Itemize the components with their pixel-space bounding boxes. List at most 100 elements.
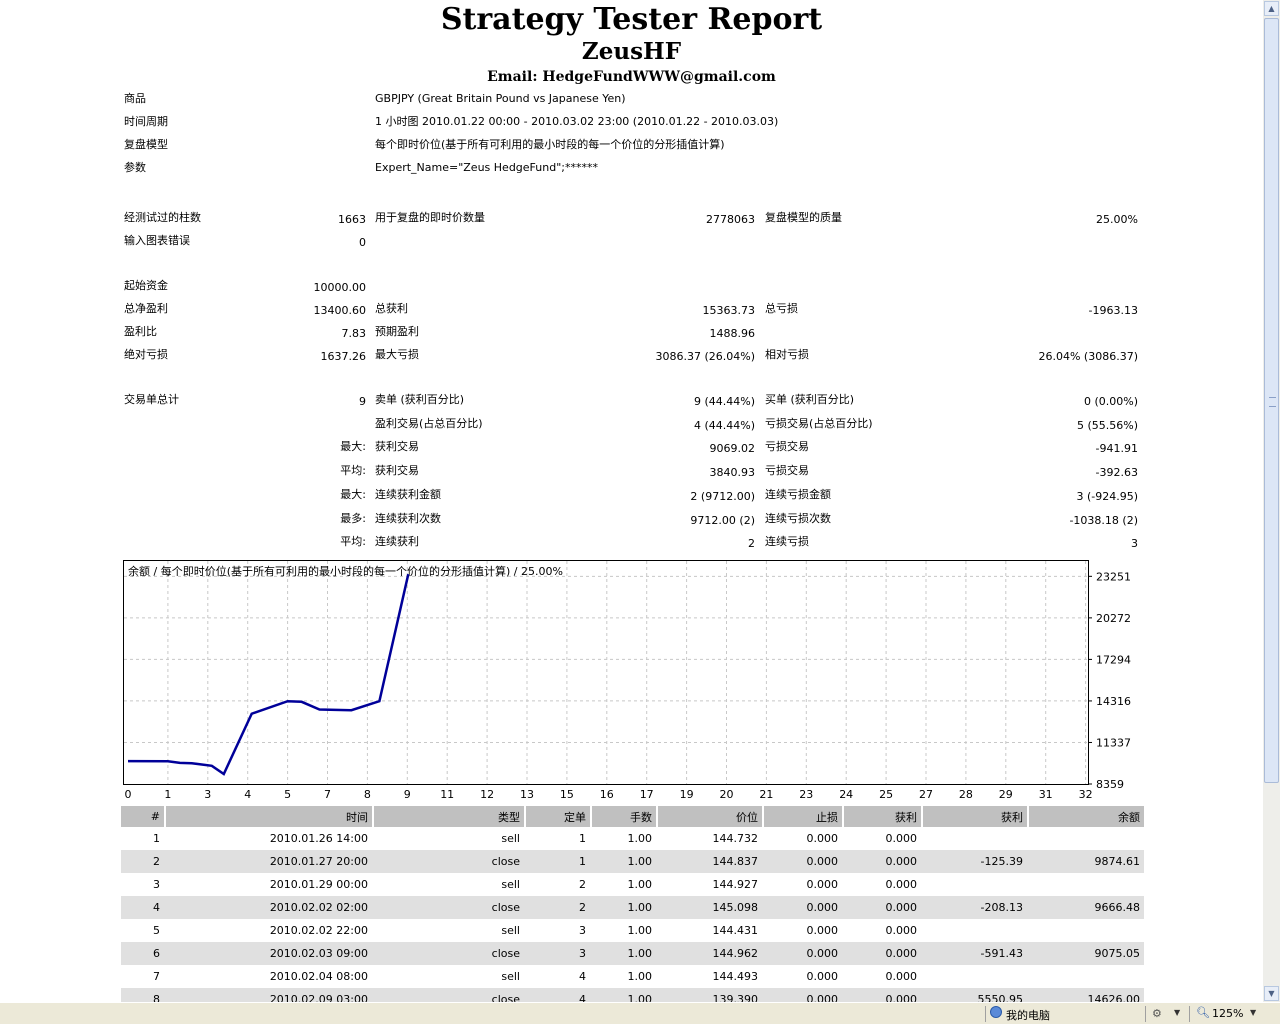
table-cell: 4 bbox=[525, 988, 591, 1002]
table-cell: 0.000 bbox=[885, 924, 918, 937]
privacy-icon[interactable]: ⚙ bbox=[1152, 1007, 1162, 1020]
zone-cell: 我的电脑 bbox=[985, 1006, 1145, 1022]
x-tick-label: 0 bbox=[125, 788, 132, 801]
scroll-thumb[interactable] bbox=[1264, 18, 1279, 783]
table-cell: 144.732 bbox=[712, 832, 759, 845]
x-tick-label: 29 bbox=[999, 788, 1013, 801]
table-cell bbox=[1028, 827, 1144, 850]
table-cell: sell bbox=[501, 924, 520, 937]
column-header: 定单 bbox=[524, 806, 591, 827]
table-cell: 9874.61 bbox=[1028, 850, 1144, 873]
table-cell bbox=[1028, 919, 1144, 942]
table-cell: 1.00 bbox=[627, 924, 653, 937]
balance-chart-svg: 0 1 3 4 5 7 8 9 11 12 13 15 16 17 19 20 21 23 24 25 27 28 29 31… bbox=[124, 561, 1131, 801]
status-bar: 我的电脑 ⚙ ▼ 🔍︎ 125% ▼ bbox=[0, 1002, 1280, 1024]
table-row: 7 2010.02.04 08:00 sell 4 1.00 144.493 0.000 0.… bbox=[121, 965, 1144, 988]
scroll-up-icon[interactable]: ▲ bbox=[1264, 1, 1279, 16]
table-cell: close bbox=[373, 942, 525, 965]
table-body: 1 2010.01.26 14:00 sell 1 1.00 144.732 0.000 0.… bbox=[121, 827, 1144, 1002]
table-cell: 139.390 bbox=[657, 988, 763, 1002]
table-cell bbox=[922, 873, 1028, 896]
table-cell: 8 bbox=[121, 988, 165, 1002]
table-cell: 0.000 bbox=[843, 988, 922, 1002]
table-cell: 9666.48 bbox=[1028, 896, 1144, 919]
table-cell bbox=[922, 919, 1028, 942]
x-tick-label: 20 bbox=[720, 788, 734, 801]
y-tick-label: 20272 bbox=[1096, 612, 1131, 625]
x-tick-label: 31 bbox=[1039, 788, 1053, 801]
x-tick-label: 24 bbox=[839, 788, 853, 801]
chevron-down-icon[interactable]: ▼ bbox=[1250, 1008, 1256, 1017]
table-cell: 4 bbox=[121, 896, 165, 919]
y-tick-label: 8359 bbox=[1096, 778, 1124, 791]
table-cell: 144.431 bbox=[712, 924, 759, 937]
table-row: 4 2010.02.02 02:00 close 2 1.00 145.098 0.000 0… bbox=[121, 896, 1144, 919]
table-cell: 1.00 bbox=[627, 970, 653, 983]
table-row: 2 2010.01.27 20:00 close 1 1.00 144.837 0.000 0… bbox=[121, 850, 1144, 873]
x-tick-label: 32 bbox=[1079, 788, 1093, 801]
x-tick-label: 17 bbox=[640, 788, 654, 801]
vertical-scrollbar[interactable]: ▲ ▼ bbox=[1263, 0, 1280, 1002]
table-cell: 1 bbox=[525, 850, 591, 873]
column-header: 止损 bbox=[762, 806, 843, 827]
table-cell: 1.00 bbox=[591, 988, 657, 1002]
grip-icon bbox=[1269, 397, 1276, 407]
table-cell: 0.000 bbox=[806, 924, 839, 937]
table-cell: 1.00 bbox=[591, 942, 657, 965]
x-tick-label: 21 bbox=[759, 788, 773, 801]
x-tick-label: 15 bbox=[560, 788, 574, 801]
table-row: 5 2010.02.02 22:00 sell 3 1.00 144.431 0.000 0.… bbox=[121, 919, 1144, 942]
x-tick-label: 7 bbox=[324, 788, 331, 801]
table-cell: 144.493 bbox=[712, 970, 759, 983]
table-cell: 3 bbox=[525, 942, 591, 965]
table-cell: 1.00 bbox=[627, 832, 653, 845]
table-cell: 0.000 bbox=[763, 988, 843, 1002]
table-cell: 1 bbox=[579, 832, 586, 845]
table-cell: 5 bbox=[153, 924, 160, 937]
table-cell: 4 bbox=[579, 970, 586, 983]
scroll-down-icon[interactable]: ▼ bbox=[1264, 986, 1279, 1001]
table-cell: sell bbox=[501, 970, 520, 983]
table-cell: 0.000 bbox=[843, 896, 922, 919]
y-tick-label: 17294 bbox=[1096, 653, 1131, 666]
table-cell: 0.000 bbox=[806, 970, 839, 983]
zoom-level[interactable]: 125% bbox=[1212, 1007, 1243, 1020]
x-tick-label: 4 bbox=[244, 788, 251, 801]
x-tick-label: 25 bbox=[879, 788, 893, 801]
column-header: 时间 bbox=[164, 806, 373, 827]
table-cell bbox=[922, 827, 1028, 850]
computer-icon bbox=[990, 1006, 1002, 1018]
chevron-down-icon[interactable]: ▼ bbox=[1174, 1008, 1180, 1017]
table-cell: 3 bbox=[579, 924, 586, 937]
column-header: 类型 bbox=[372, 806, 525, 827]
security-cell[interactable]: ⚙ ▼ bbox=[1145, 1006, 1189, 1022]
x-tick-label: 19 bbox=[680, 788, 694, 801]
chart-title: 余额 / 每个即时价位(基于所有可利用的最小时段的每一个价位的分形插值计算) /… bbox=[128, 564, 563, 578]
table-cell: 6 bbox=[121, 942, 165, 965]
zoom-icon[interactable]: 🔍︎ bbox=[1196, 1006, 1210, 1019]
table-cell: 1.00 bbox=[627, 878, 653, 891]
table-cell bbox=[1028, 873, 1144, 896]
table-cell: 9075.05 bbox=[1028, 942, 1144, 965]
x-tick-label: 1 bbox=[164, 788, 171, 801]
table-cell: 144.927 bbox=[712, 878, 759, 891]
table-row: 8 2010.02.09 03:00 close 4 1.00 139.390 0.000 0… bbox=[121, 988, 1144, 1002]
column-header: # bbox=[121, 806, 165, 827]
table-cell: close bbox=[373, 988, 525, 1002]
table-cell: 2010.02.02 22:00 bbox=[269, 924, 368, 937]
table-cell: -591.43 bbox=[922, 942, 1028, 965]
table-row: 6 2010.02.03 09:00 close 3 1.00 144.962 0.000 0… bbox=[121, 942, 1144, 965]
zoom-cell[interactable]: 🔍︎ 125% ▼ bbox=[1189, 1006, 1264, 1022]
y-tick-label: 14316 bbox=[1096, 695, 1131, 708]
x-tick-label: 9 bbox=[404, 788, 411, 801]
table-cell: 0.000 bbox=[806, 832, 839, 845]
table-cell: close bbox=[373, 850, 525, 873]
table-cell: 0.000 bbox=[885, 970, 918, 983]
column-header: 余额 bbox=[1027, 806, 1144, 827]
x-tick-label: 16 bbox=[600, 788, 614, 801]
trades-table: # 时间 类型 定单 手数 价位 止损 获利 获利 余额 1 2010.01.26 14:00 sel… bbox=[120, 806, 1144, 1002]
x-tick-label: 28 bbox=[959, 788, 973, 801]
table-cell: 2010.01.26 14:00 bbox=[269, 832, 368, 845]
table-cell: 0.000 bbox=[843, 942, 922, 965]
table-cell: 144.837 bbox=[657, 850, 763, 873]
